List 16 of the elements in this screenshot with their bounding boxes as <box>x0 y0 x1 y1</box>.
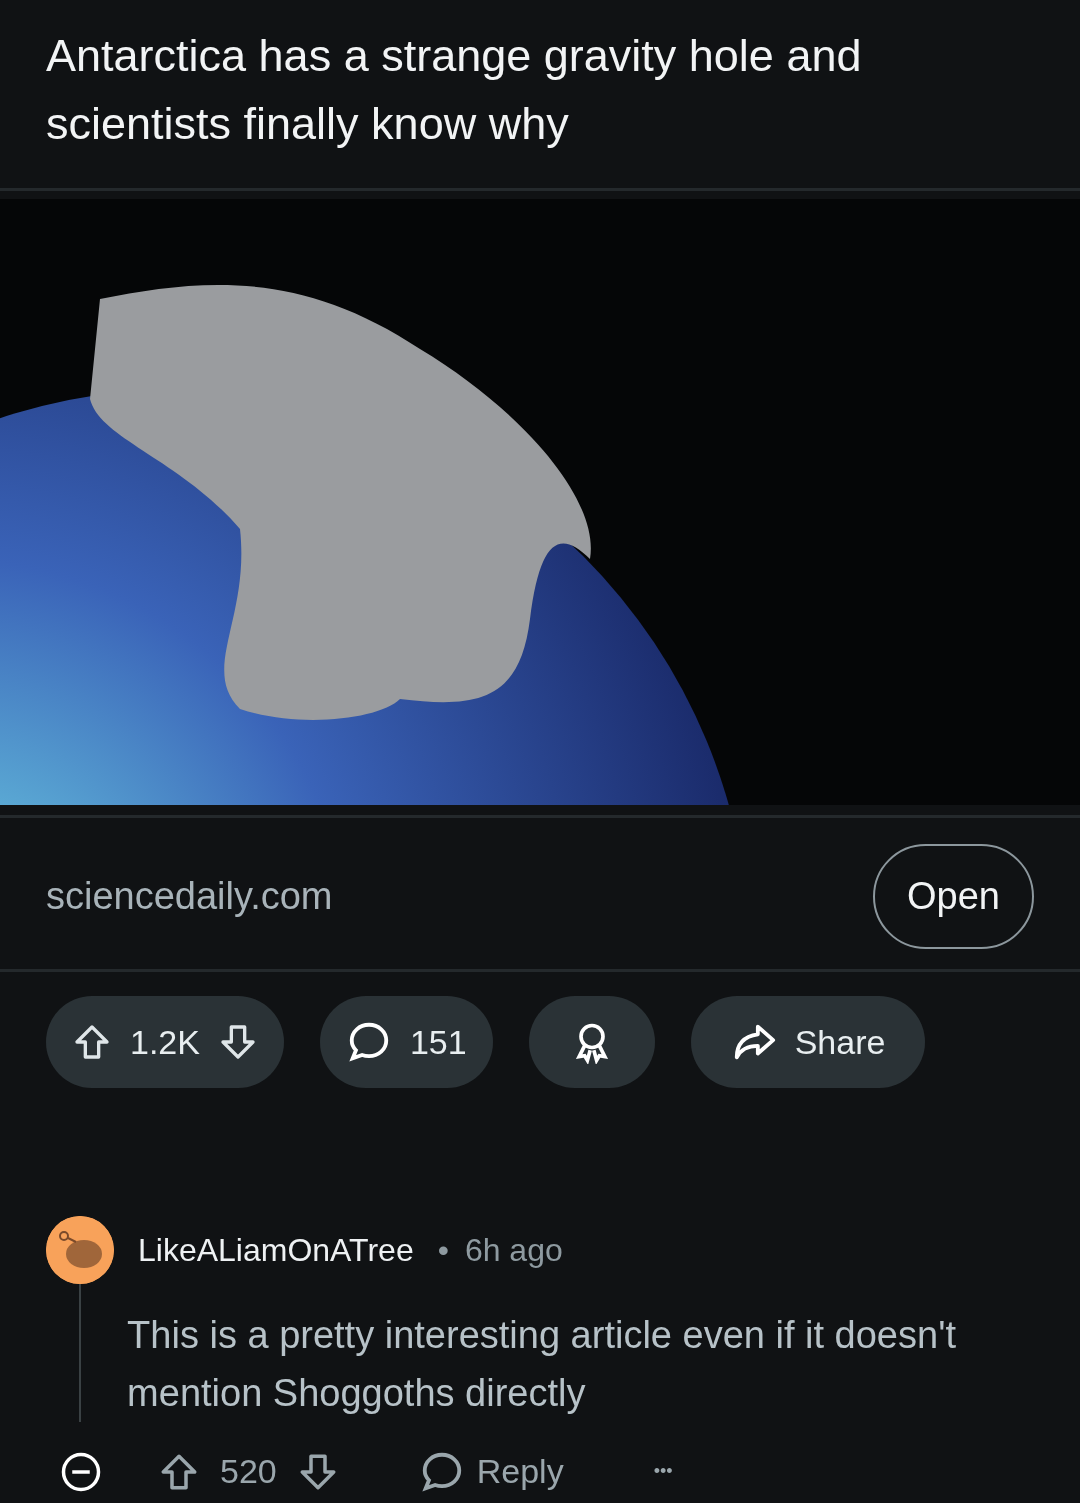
more-options[interactable]: ••• <box>653 1458 673 1485</box>
share-button[interactable]: Share <box>690 996 926 1088</box>
post-title: Antarctica has a strange gravity hole and scientists finally know why <box>45 29 863 151</box>
avatar-icon[interactable] <box>46 1216 114 1284</box>
comment-author[interactable]: LikeALiamOnATree <box>138 1226 414 1274</box>
upvote-icon[interactable] <box>72 1022 112 1062</box>
comment-time: 6h ago <box>464 1231 563 1270</box>
separator-dot: • <box>437 1231 449 1270</box>
comment-score: 520 <box>220 1451 277 1492</box>
collapse-icon[interactable] <box>60 1450 102 1493</box>
link-domain[interactable]: sciencedaily.com <box>46 868 333 925</box>
open-button[interactable]: Open <box>873 844 1034 949</box>
comment-text: This is a pretty interesting article even if it doesn't mention Shoggoths directly <box>127 1313 957 1416</box>
vote-count: 1.2K <box>130 1021 200 1063</box>
comments-button[interactable]: 151 <box>319 996 493 1088</box>
reply-button[interactable]: Reply <box>418 1446 564 1497</box>
